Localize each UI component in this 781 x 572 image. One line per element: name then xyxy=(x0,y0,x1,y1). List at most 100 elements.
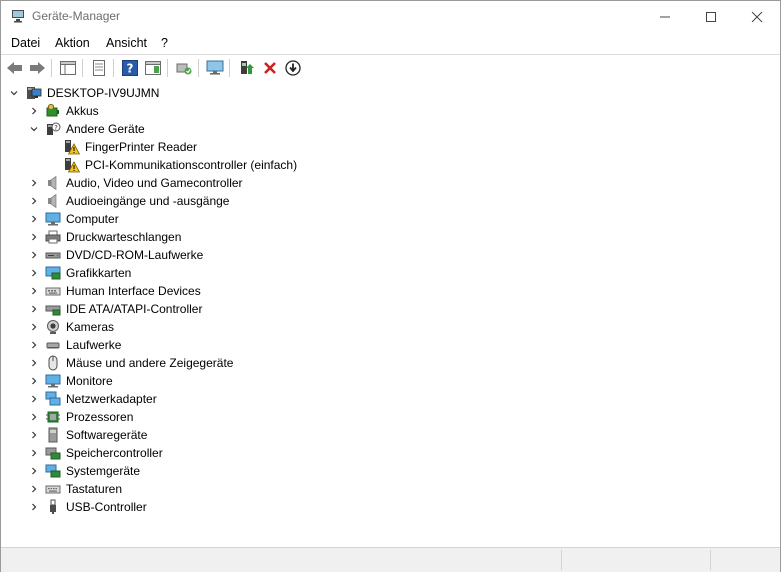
tree-item-ide-ata-atapi-controller[interactable]: IDE ATA/ATAPI-Controller xyxy=(1,300,780,318)
tree-item-label: Tastaturen xyxy=(66,482,123,496)
tree-item-label: Netzwerkadapter xyxy=(66,392,157,406)
tree-root[interactable]: DESKTOP-IV9UJMN xyxy=(1,84,780,102)
update-driver-icon[interactable] xyxy=(236,58,256,78)
warning-device-icon xyxy=(64,157,80,173)
device-tree[interactable]: DESKTOP-IV9UJMN Akkus? Andere Geräte Finge… xyxy=(1,82,780,546)
forward-icon[interactable] xyxy=(27,58,47,78)
menu-help[interactable]: ? xyxy=(161,36,168,50)
chevron-right-icon[interactable] xyxy=(28,267,40,279)
chevron-down-icon[interactable] xyxy=(28,123,40,135)
mouse-icon xyxy=(45,355,61,371)
chevron-right-icon[interactable] xyxy=(28,375,40,387)
tree-item-label: Monitore xyxy=(66,374,113,388)
tree-item-monitore[interactable]: Monitore xyxy=(1,372,780,390)
close-icon xyxy=(751,11,763,22)
display-adapter-icon xyxy=(45,265,61,281)
chevron-right-icon[interactable] xyxy=(28,105,40,117)
tree-item-label: Softwaregeräte xyxy=(66,428,148,442)
device-manager-window: Geräte-Manager Datei Aktion Ansicht ? ? … xyxy=(0,0,781,572)
tree-item-audioeingänge-und-ausgänge[interactable]: Audioeingänge und -ausgänge xyxy=(1,192,780,210)
tree-child-label: PCI-Kommunikationscontroller (einfach) xyxy=(85,158,298,172)
tree-item-label: Laufwerke xyxy=(66,338,122,352)
ide-controller-icon xyxy=(45,301,61,317)
svg-text:?: ? xyxy=(127,62,134,76)
action-pane-icon[interactable] xyxy=(143,58,163,78)
tree-item-computer[interactable]: Computer xyxy=(1,210,780,228)
chevron-right-icon[interactable] xyxy=(28,321,40,333)
tree-item-mäuse-und-andere-zeigegeräte[interactable]: Mäuse und andere Zeigegeräte xyxy=(1,354,780,372)
tree-item-label: Kameras xyxy=(66,320,115,334)
show-hide-console-tree-icon[interactable] xyxy=(58,58,78,78)
device-manager-app-icon xyxy=(11,9,25,23)
system-device-icon xyxy=(45,463,61,479)
tree-child-fingerprinter-reader[interactable]: FingerPrinter Reader xyxy=(1,138,780,156)
chevron-right-icon[interactable] xyxy=(28,303,40,315)
chevron-right-icon[interactable] xyxy=(28,393,40,405)
chevron-right-icon[interactable] xyxy=(28,213,40,225)
tree-item-label: Human Interface Devices xyxy=(66,284,201,298)
tree-item-usb-controller[interactable]: USB-Controller xyxy=(1,498,780,516)
tree-item-grafikkarten[interactable]: Grafikkarten xyxy=(1,264,780,282)
tree-item-label: Systemgeräte xyxy=(66,464,141,478)
chevron-right-icon[interactable] xyxy=(28,177,40,189)
tree-item-netzwerkadapter[interactable]: Netzwerkadapter xyxy=(1,390,780,408)
chevron-right-icon[interactable] xyxy=(28,483,40,495)
chevron-right-icon[interactable] xyxy=(28,231,40,243)
menu-bar: Datei Aktion Ansicht ? xyxy=(1,32,780,54)
camera-icon xyxy=(45,319,61,335)
scan-hardware-changes-icon[interactable] xyxy=(174,58,194,78)
battery-icon xyxy=(45,103,61,119)
chevron-right-icon[interactable] xyxy=(28,195,40,207)
tree-item-audio-video-und-gamecontroller[interactable]: Audio, Video und Gamecontroller xyxy=(1,174,780,192)
hid-icon xyxy=(45,283,61,299)
tree-item-laufwerke[interactable]: Laufwerke xyxy=(1,336,780,354)
chevron-right-icon[interactable] xyxy=(28,249,40,261)
tree-child-label: FingerPrinter Reader xyxy=(85,140,198,154)
chevron-right-icon[interactable] xyxy=(28,465,40,477)
tree-item-label: DVD/CD-ROM-Laufwerke xyxy=(66,248,204,262)
minimize-icon xyxy=(660,16,670,17)
tree-item-label: Computer xyxy=(66,212,119,226)
menu-datei[interactable]: Datei xyxy=(11,36,40,50)
close-button[interactable] xyxy=(734,1,780,32)
tree-item-dvd-cd-rom-laufwerke[interactable]: DVD/CD-ROM-Laufwerke xyxy=(1,246,780,264)
monitor-icon[interactable] xyxy=(205,58,225,78)
tree-item-label: Druckwarteschlangen xyxy=(66,230,182,244)
properties-icon[interactable] xyxy=(89,58,109,78)
tree-item-speichercontroller[interactable]: Speichercontroller xyxy=(1,444,780,462)
tree-item-kameras[interactable]: Kameras xyxy=(1,318,780,336)
menu-aktion[interactable]: Aktion xyxy=(55,36,90,50)
chevron-down-icon[interactable] xyxy=(8,87,20,99)
chevron-right-icon[interactable] xyxy=(28,285,40,297)
help-icon[interactable]: ? xyxy=(120,58,140,78)
chevron-right-icon[interactable] xyxy=(28,501,40,513)
disable-device-icon[interactable] xyxy=(283,58,303,78)
dvd-drive-icon xyxy=(45,247,61,263)
chevron-right-icon[interactable] xyxy=(28,339,40,351)
tree-item-tastaturen[interactable]: Tastaturen xyxy=(1,480,780,498)
back-icon[interactable] xyxy=(5,58,25,78)
tree-item-systemgeräte[interactable]: Systemgeräte xyxy=(1,462,780,480)
uninstall-icon[interactable] xyxy=(260,58,280,78)
chevron-right-icon[interactable] xyxy=(28,357,40,369)
chevron-right-icon[interactable] xyxy=(28,411,40,423)
tree-item-akkus[interactable]: Akkus xyxy=(1,102,780,120)
tree-child-pci-kommunikationscontroller-einfach[interactable]: PCI-Kommunikationscontroller (einfach) xyxy=(1,156,780,174)
chevron-right-icon[interactable] xyxy=(28,447,40,459)
chevron-right-icon[interactable] xyxy=(28,429,40,441)
tree-item-softwaregeräte[interactable]: Softwaregeräte xyxy=(1,426,780,444)
tree-item-prozessoren[interactable]: Prozessoren xyxy=(1,408,780,426)
svg-text:?: ? xyxy=(54,124,58,132)
tree-item-label: USB-Controller xyxy=(66,500,147,514)
monitor-icon xyxy=(45,211,61,227)
storage-controller-icon xyxy=(45,445,61,461)
usb-icon xyxy=(45,499,61,515)
tree-item-andere-geräte[interactable]: ? Andere Geräte xyxy=(1,120,780,138)
tree-item-druckwarteschlangen[interactable]: Druckwarteschlangen xyxy=(1,228,780,246)
minimize-button[interactable] xyxy=(642,1,688,32)
menu-ansicht[interactable]: Ansicht xyxy=(106,36,147,50)
maximize-button[interactable] xyxy=(688,1,734,32)
tree-item-human-interface-devices[interactable]: Human Interface Devices xyxy=(1,282,780,300)
tree-item-label: IDE ATA/ATAPI-Controller xyxy=(66,302,203,316)
tree-item-label: Prozessoren xyxy=(66,410,134,424)
